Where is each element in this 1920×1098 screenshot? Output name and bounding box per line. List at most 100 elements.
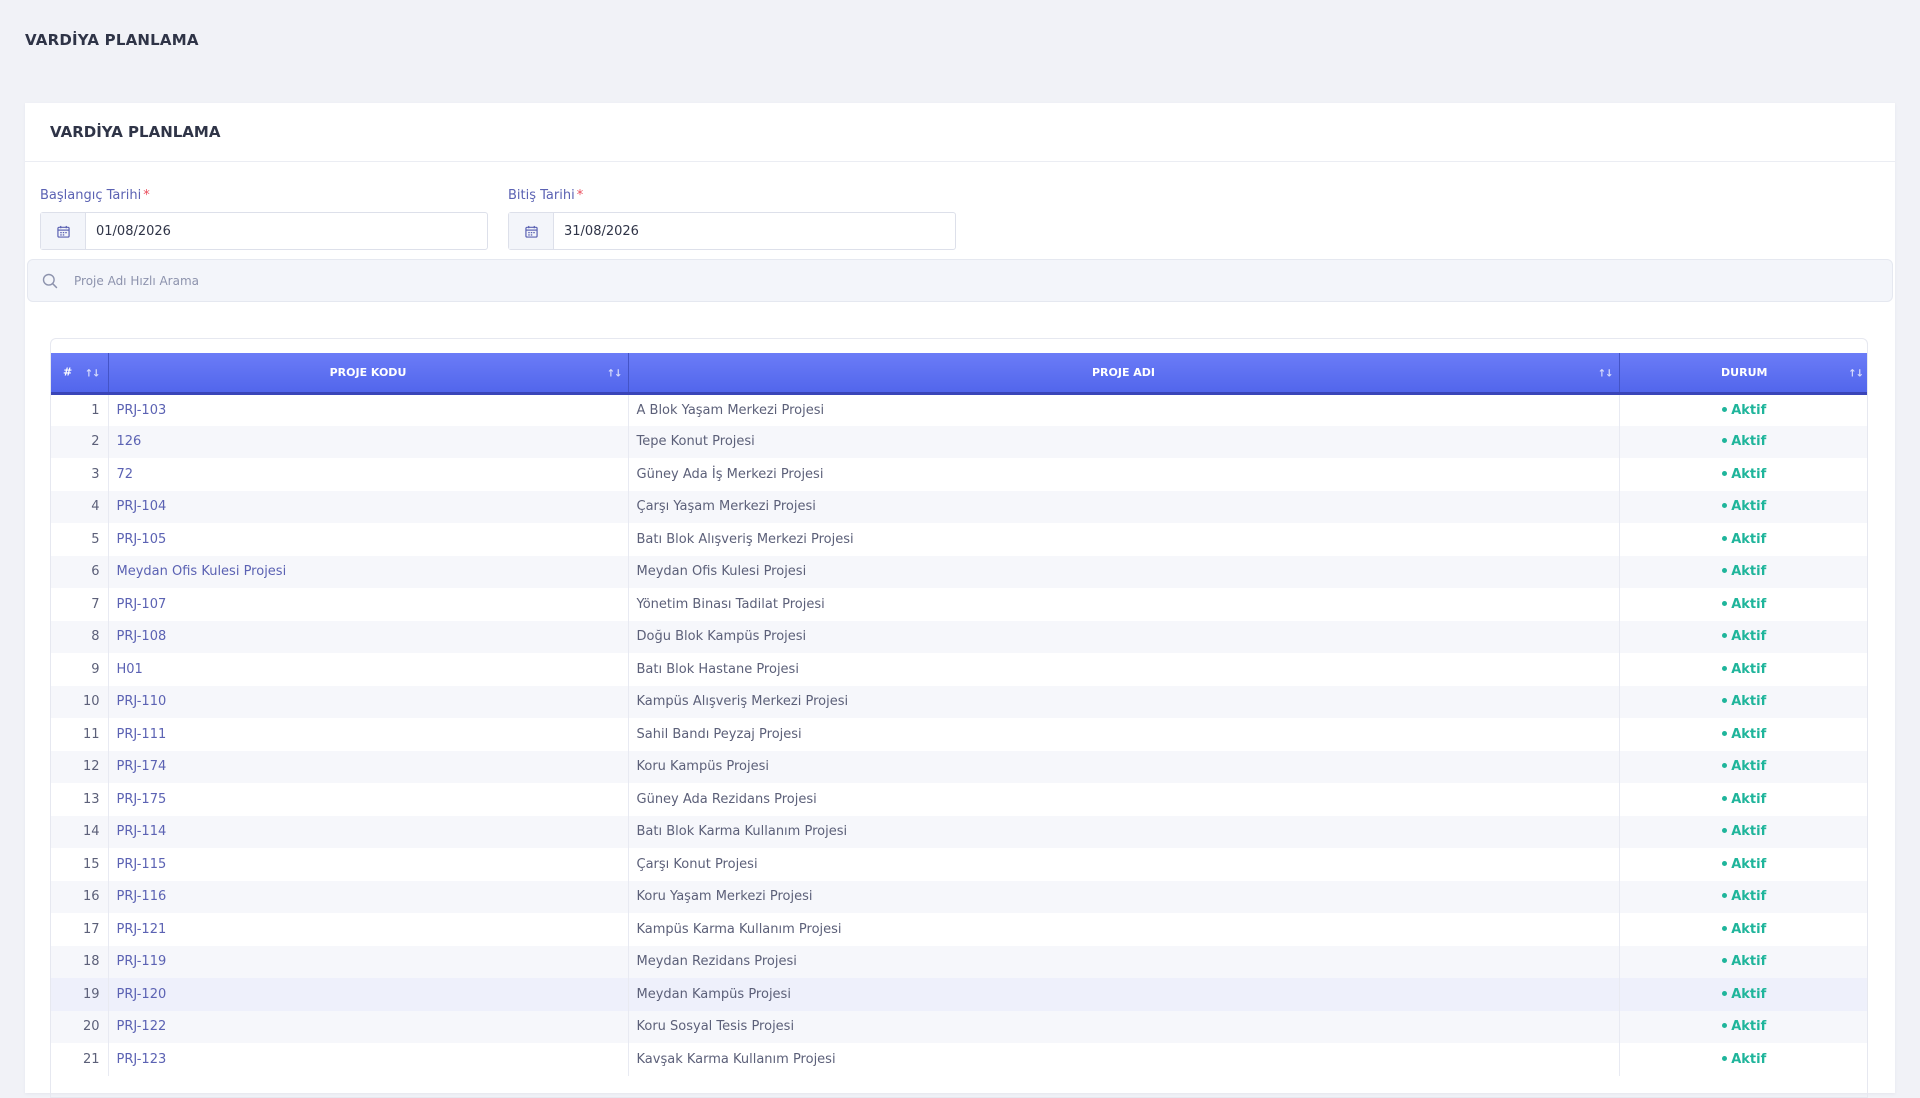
end-date-box[interactable] — [508, 212, 956, 250]
end-date-field: Bitiş Tarihi * — [508, 187, 956, 250]
status-text: Aktif — [1731, 466, 1767, 482]
project-code-link[interactable]: PRJ-105 — [108, 523, 629, 556]
column-header-name[interactable]: PROJE ADI ↑↓ — [628, 353, 1620, 395]
project-code-link[interactable]: PRJ-123 — [108, 1043, 629, 1076]
table-body: 1 PRJ-103 A Blok Yaşam Merkezi Projesi Akti… — [51, 393, 1867, 1076]
column-header-code[interactable]: PROJE KODU ↑↓ — [108, 353, 629, 395]
project-code-link[interactable]: PRJ-110 — [108, 685, 629, 718]
project-code-link[interactable]: PRJ-119 — [108, 945, 629, 978]
project-name: Doğu Blok Kampüs Projesi — [628, 620, 1620, 653]
project-name: Tepe Konut Projesi — [628, 425, 1620, 458]
table-row[interactable]: 1 PRJ-103 A Blok Yaşam Merkezi Projesi Akti… — [51, 393, 1867, 426]
row-number: 7 — [51, 588, 109, 621]
project-name: Koru Sosyal Tesis Projesi — [628, 1010, 1620, 1043]
table-row[interactable]: 8 PRJ-108 Doğu Blok Kampüs Projesi Aktif — [51, 620, 1867, 653]
project-name: Koru Kampüs Projesi — [628, 750, 1620, 783]
table-row[interactable]: 13 PRJ-175 Güney Ada Rezidans Projesi Aktif — [51, 783, 1867, 816]
project-code-link[interactable]: 72 — [108, 458, 629, 491]
column-header-status[interactable]: DURUM ↑↓ — [1619, 353, 1867, 395]
sort-icon[interactable]: ↑↓ — [1598, 369, 1614, 380]
row-number: 6 — [51, 555, 109, 588]
status-text: Aktif — [1731, 434, 1767, 450]
project-table-container: # ↑↓ PROJE KODU ↑↓ PROJE ADI ↑↓ DURUM ↑↓ — [50, 338, 1868, 1098]
calendar-icon[interactable] — [41, 213, 86, 249]
status-text: Aktif — [1731, 921, 1767, 937]
sort-icon[interactable]: ↑↓ — [607, 369, 623, 380]
project-name: Kampüs Alışveriş Merkezi Projesi — [628, 685, 1620, 718]
status-dot-icon — [1722, 958, 1728, 964]
table-row[interactable]: 17 PRJ-121 Kampüs Karma Kullanım Projesi Ak… — [51, 913, 1867, 946]
project-code-link[interactable]: PRJ-122 — [108, 1010, 629, 1043]
required-mark: * — [143, 188, 150, 203]
card-title: VARDİYA PLANLAMA — [25, 103, 1895, 162]
table-row[interactable]: 10 PRJ-110 Kampüs Alışveriş Merkezi Projes… — [51, 685, 1867, 718]
start-date-input[interactable] — [86, 213, 487, 249]
status-dot-icon — [1722, 568, 1728, 574]
project-search-bar[interactable] — [27, 259, 1893, 302]
status-badge: Aktif — [1619, 750, 1867, 783]
status-badge: Aktif — [1619, 653, 1867, 686]
project-code-link[interactable]: PRJ-121 — [108, 913, 629, 946]
table-row[interactable]: 9 H01 Batı Blok Hastane Projesi Aktif — [51, 653, 1867, 686]
project-code-link[interactable]: PRJ-174 — [108, 750, 629, 783]
row-number: 20 — [51, 1010, 109, 1043]
project-search-input[interactable] — [72, 272, 1892, 289]
project-name: Batı Blok Hastane Projesi — [628, 653, 1620, 686]
search-icon — [28, 273, 72, 289]
table-row[interactable]: 6 Meydan Ofis Kulesi Projesi Meydan Ofis K… — [51, 555, 1867, 588]
status-dot-icon — [1722, 925, 1728, 931]
table-row[interactable]: 18 PRJ-119 Meydan Rezidans Projesi Aktif — [51, 945, 1867, 978]
project-code-link[interactable]: PRJ-116 — [108, 880, 629, 913]
status-badge: Aktif — [1619, 1043, 1867, 1076]
project-code-link[interactable]: PRJ-120 — [108, 978, 629, 1011]
table-row[interactable]: 19 PRJ-120 Meydan Kampüs Projesi Aktif — [51, 978, 1867, 1011]
end-date-input[interactable] — [554, 213, 955, 249]
project-code-link[interactable]: PRJ-108 — [108, 620, 629, 653]
table-row[interactable]: 7 PRJ-107 Yönetim Binası Tadilat Projesi Ak… — [51, 588, 1867, 621]
sort-icon[interactable]: ↑↓ — [1848, 369, 1864, 380]
table-row[interactable]: 11 PRJ-111 Sahil Bandı Peyzaj Projesi Aktif — [51, 718, 1867, 751]
project-code-link[interactable]: PRJ-115 — [108, 848, 629, 881]
calendar-icon[interactable] — [509, 213, 554, 249]
table-row[interactable]: 20 PRJ-122 Koru Sosyal Tesis Projesi Aktif — [51, 1010, 1867, 1043]
project-code-link[interactable]: Meydan Ofis Kulesi Projesi — [108, 555, 629, 588]
project-code-link[interactable]: PRJ-175 — [108, 783, 629, 816]
row-number: 3 — [51, 458, 109, 491]
project-code-link[interactable]: PRJ-103 — [108, 393, 629, 426]
status-text: Aktif — [1731, 954, 1767, 970]
row-number: 12 — [51, 750, 109, 783]
start-date-box[interactable] — [40, 212, 488, 250]
calendar-icon-svg — [524, 225, 538, 238]
table-row[interactable]: 2 126 Tepe Konut Projesi Aktif — [51, 425, 1867, 458]
status-text: Aktif — [1731, 986, 1767, 1002]
table-row[interactable]: 3 72 Güney Ada İş Merkezi Projesi Aktif — [51, 458, 1867, 491]
status-badge: Aktif — [1619, 620, 1867, 653]
table-row[interactable]: 15 PRJ-115 Çarşı Konut Projesi Aktif — [51, 848, 1867, 881]
sort-icon[interactable]: ↑↓ — [85, 369, 101, 380]
project-code-link[interactable]: PRJ-104 — [108, 490, 629, 523]
table-row[interactable]: 5 PRJ-105 Batı Blok Alışveriş Merkezi Proj… — [51, 523, 1867, 556]
row-number: 11 — [51, 718, 109, 751]
status-dot-icon — [1722, 1023, 1728, 1029]
project-code-link[interactable]: PRJ-114 — [108, 815, 629, 848]
column-header-status-label: DURUM — [1721, 365, 1768, 379]
project-code-link[interactable]: H01 — [108, 653, 629, 686]
status-dot-icon — [1722, 893, 1728, 899]
project-name: Batı Blok Karma Kullanım Projesi — [628, 815, 1620, 848]
project-code-link[interactable]: PRJ-107 — [108, 588, 629, 621]
status-dot-icon — [1722, 665, 1728, 671]
column-header-no[interactable]: # ↑↓ — [51, 353, 109, 395]
table-row[interactable]: 21 PRJ-123 Kavşak Karma Kullanım Projesi Ak… — [51, 1043, 1867, 1076]
table-row[interactable]: 4 PRJ-104 Çarşı Yaşam Merkezi Projesi Aktif — [51, 490, 1867, 523]
required-mark: * — [576, 188, 584, 203]
project-code-link[interactable]: PRJ-111 — [108, 718, 629, 751]
project-code-link[interactable]: 126 — [108, 425, 629, 458]
table-row[interactable]: 12 PRJ-174 Koru Kampüs Projesi Aktif — [51, 750, 1867, 783]
status-badge: Aktif — [1619, 848, 1867, 881]
status-badge: Aktif — [1619, 490, 1867, 523]
table-row[interactable]: 14 PRJ-114 Batı Blok Karma Kullanım Projes… — [51, 815, 1867, 848]
table-row[interactable]: 16 PRJ-116 Koru Yaşam Merkezi Projesi Aktif — [51, 880, 1867, 913]
status-text: Aktif — [1731, 1051, 1767, 1067]
status-text: Aktif — [1731, 661, 1767, 677]
status-text: Aktif — [1731, 629, 1767, 645]
